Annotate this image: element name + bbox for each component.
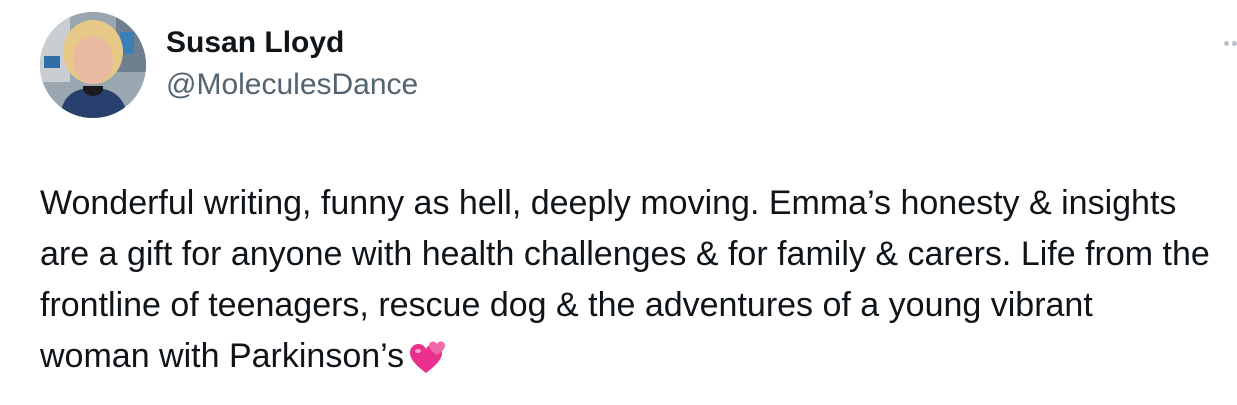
author-display-name[interactable]: Susan Lloyd	[166, 24, 418, 62]
author-info: Susan Lloyd @MoleculesDance	[166, 24, 418, 104]
two-hearts-emoji-icon	[410, 339, 446, 390]
tweet-card: Susan Lloyd @MoleculesDance Wonderful wr…	[0, 0, 1237, 405]
more-options-icon[interactable]	[1218, 38, 1237, 50]
profile-photo-icon	[40, 12, 146, 118]
tweet-body: Wonderful writing, funny as hell, deeply…	[40, 184, 1210, 375]
author-handle[interactable]: @MoleculesDance	[166, 66, 418, 104]
tweet-text: Wonderful writing, funny as hell, deeply…	[40, 178, 1210, 390]
author-avatar[interactable]	[40, 12, 146, 118]
